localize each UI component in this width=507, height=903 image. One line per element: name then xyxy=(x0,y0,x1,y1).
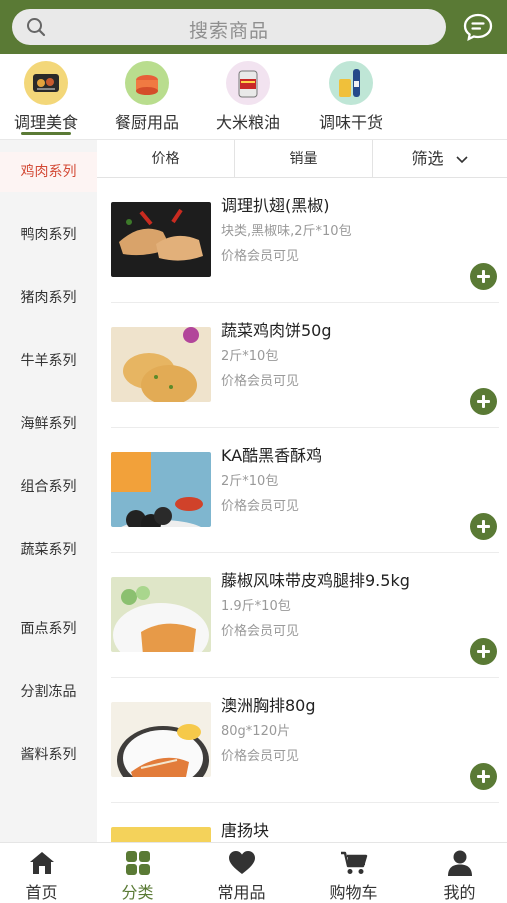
kitchenware-icon xyxy=(125,61,169,105)
heart-icon xyxy=(229,851,255,874)
filter-button[interactable]: 筛选 xyxy=(373,140,507,178)
product-item[interactable]: KA酷黑香酥鸡 2斤*10包 价格会员可见 xyxy=(97,428,507,553)
product-name: 藤椒风味带皮鸡腿排9.5kg xyxy=(221,571,410,590)
sidebar-item-pastry[interactable]: 面点系列 xyxy=(0,609,97,649)
product-name: 唐扬块 xyxy=(221,821,270,840)
sidebar-item-pork[interactable]: 猪肉系列 xyxy=(0,278,97,318)
product-spec: 块类,黑椒味,2斤*10包 xyxy=(221,224,352,239)
add-to-cart-icon[interactable] xyxy=(470,638,497,665)
search-placeholder: 搜索商品 xyxy=(188,20,269,42)
sidebar-item-chicken[interactable]: 鸡肉系列 xyxy=(0,152,97,192)
sort-sales[interactable]: 销量 xyxy=(235,140,372,178)
nav-home[interactable]: 首页 xyxy=(0,843,92,902)
message-icon[interactable] xyxy=(462,11,494,43)
add-to-cart-icon[interactable] xyxy=(470,388,497,415)
nav-cart[interactable]: 购物车 xyxy=(303,843,404,902)
product-spec: 2斤*10包 xyxy=(221,349,279,364)
product-spec: 2斤*10包 xyxy=(221,474,279,489)
product-item[interactable]: 唐扬块 xyxy=(97,803,507,842)
tab-label: 调味干货 xyxy=(318,113,383,132)
nav-label: 分类 xyxy=(121,883,154,902)
product-item[interactable]: 澳洲胸排80g 80g*120片 价格会员可见 xyxy=(97,678,507,803)
add-to-cart-icon[interactable] xyxy=(470,763,497,790)
product-name: KA酷黑香酥鸡 xyxy=(221,446,323,465)
nav-label: 购物车 xyxy=(329,883,378,902)
tab-rice-oil[interactable]: 大米粮油 xyxy=(203,58,293,138)
product-spec: 1.9斤*10包 xyxy=(221,599,291,614)
product-image xyxy=(111,452,211,527)
product-image xyxy=(111,577,211,652)
product-spec: 80g*120片 xyxy=(221,724,291,739)
sort-bar: 价格 销量 筛选 xyxy=(97,140,507,178)
product-item[interactable]: 藤椒风味带皮鸡腿排9.5kg 1.9斤*10包 价格会员可见 xyxy=(97,553,507,678)
sidebar-item-duck[interactable]: 鸭肉系列 xyxy=(0,215,97,255)
product-item[interactable]: 蔬菜鸡肉饼50g 2斤*10包 价格会员可见 xyxy=(97,303,507,428)
product-name: 蔬菜鸡肉饼50g xyxy=(221,321,332,340)
tab-label: 大米粮油 xyxy=(215,113,280,132)
rice-oil-icon xyxy=(226,61,270,105)
product-name: 澳洲胸排80g xyxy=(221,696,316,715)
product-image xyxy=(111,827,211,842)
search-input[interactable]: 搜索商品 xyxy=(12,9,446,45)
category-tabs: 调理美食 餐厨用品 大米粮油 调味干货 xyxy=(0,54,507,140)
nav-profile[interactable]: 我的 xyxy=(409,843,507,902)
active-tab-indicator xyxy=(21,132,71,135)
top-bar: 搜索商品 xyxy=(0,0,507,54)
product-name: 调理扒翅(黑椒) xyxy=(221,196,330,215)
chevron-down-icon xyxy=(455,155,468,163)
tab-prepared-food[interactable]: 调理美食 xyxy=(1,58,91,138)
sidebar-item-seafood[interactable]: 海鲜系列 xyxy=(0,404,97,444)
user-icon xyxy=(448,850,472,876)
nav-category[interactable]: 分类 xyxy=(87,843,188,902)
tab-kitchenware[interactable]: 餐厨用品 xyxy=(102,58,192,138)
product-item[interactable]: 调理扒翅(黑椒) 块类,黑椒味,2斤*10包 价格会员可见 xyxy=(97,178,507,303)
product-list: 调理扒翅(黑椒) 块类,黑椒味,2斤*10包 价格会员可见 蔬菜鸡肉饼50g 2… xyxy=(97,178,507,842)
bottom-nav: 首页 分类 常用品 购物车 我的 xyxy=(0,842,507,902)
prepared-food-icon xyxy=(24,61,68,105)
sort-price[interactable]: 价格 xyxy=(97,140,234,178)
add-to-cart-icon[interactable] xyxy=(470,513,497,540)
sidebar-item-vegetable[interactable]: 蔬菜系列 xyxy=(0,530,97,570)
sidebar-item-combo[interactable]: 组合系列 xyxy=(0,467,97,507)
filter-label: 筛选 xyxy=(411,149,444,168)
product-price: 价格会员可见 xyxy=(221,624,300,639)
sidebar-item-frozen-cuts[interactable]: 分割冻品 xyxy=(0,672,97,712)
nav-label: 首页 xyxy=(25,883,58,902)
sidebar-item-beef-lamb[interactable]: 牛羊系列 xyxy=(0,341,97,381)
home-icon xyxy=(30,852,54,874)
grid-icon xyxy=(126,851,150,875)
tab-label: 调理美食 xyxy=(13,113,78,132)
product-price: 价格会员可见 xyxy=(221,374,300,389)
tab-label: 餐厨用品 xyxy=(114,113,179,132)
seasoning-icon xyxy=(329,61,373,105)
product-price: 价格会员可见 xyxy=(221,749,300,764)
product-price: 价格会员可见 xyxy=(221,249,300,264)
tab-seasoning[interactable]: 调味干货 xyxy=(306,58,396,138)
product-image xyxy=(111,202,211,277)
product-image xyxy=(111,702,211,777)
nav-label: 常用品 xyxy=(217,883,266,902)
product-image xyxy=(111,327,211,402)
add-to-cart-icon[interactable] xyxy=(470,263,497,290)
cart-icon xyxy=(341,851,368,874)
product-price: 价格会员可见 xyxy=(221,499,300,514)
sidebar-item-sauce[interactable]: 酱料系列 xyxy=(0,735,97,775)
sidebar: 鸡肉系列 鸭肉系列 猪肉系列 牛羊系列 海鲜系列 组合系列 蔬菜系列 面点系列 … xyxy=(0,140,97,842)
nav-label: 我的 xyxy=(443,883,476,902)
nav-favorites[interactable]: 常用品 xyxy=(191,843,292,902)
